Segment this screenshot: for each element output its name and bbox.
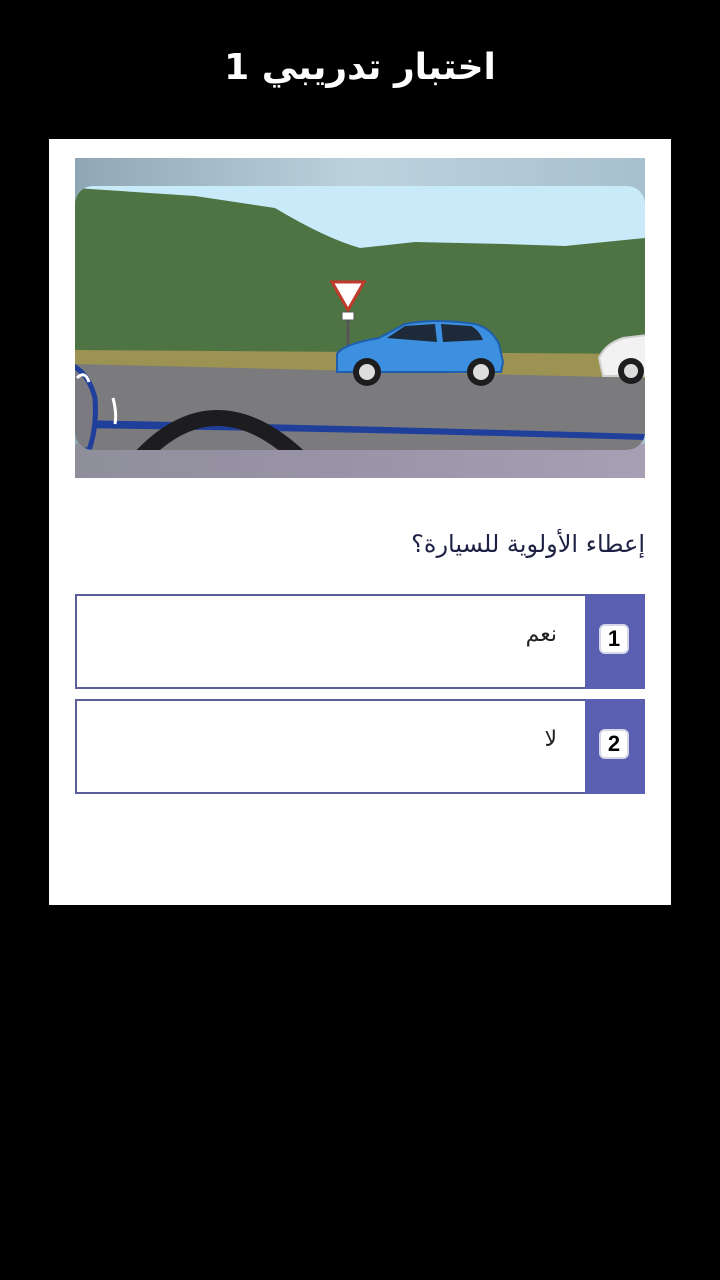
question-image (75, 158, 645, 478)
answer-option-2[interactable]: 2 لا (75, 699, 645, 794)
option-number-cell: 1 (585, 594, 645, 689)
question-text: إعطاء الأولوية للسيارة؟ (411, 530, 645, 558)
option-number-badge: 1 (599, 624, 629, 654)
option-number-cell: 2 (585, 699, 645, 794)
quiz-card: إعطاء الأولوية للسيارة؟ 1 نعم 2 لا (49, 139, 671, 905)
option-label: لا (544, 727, 557, 752)
answer-option-1[interactable]: 1 نعم (75, 594, 645, 689)
page-title: اختبار تدريبي 1 (224, 47, 496, 88)
option-label: نعم (525, 622, 557, 647)
option-number-badge: 2 (599, 729, 629, 759)
